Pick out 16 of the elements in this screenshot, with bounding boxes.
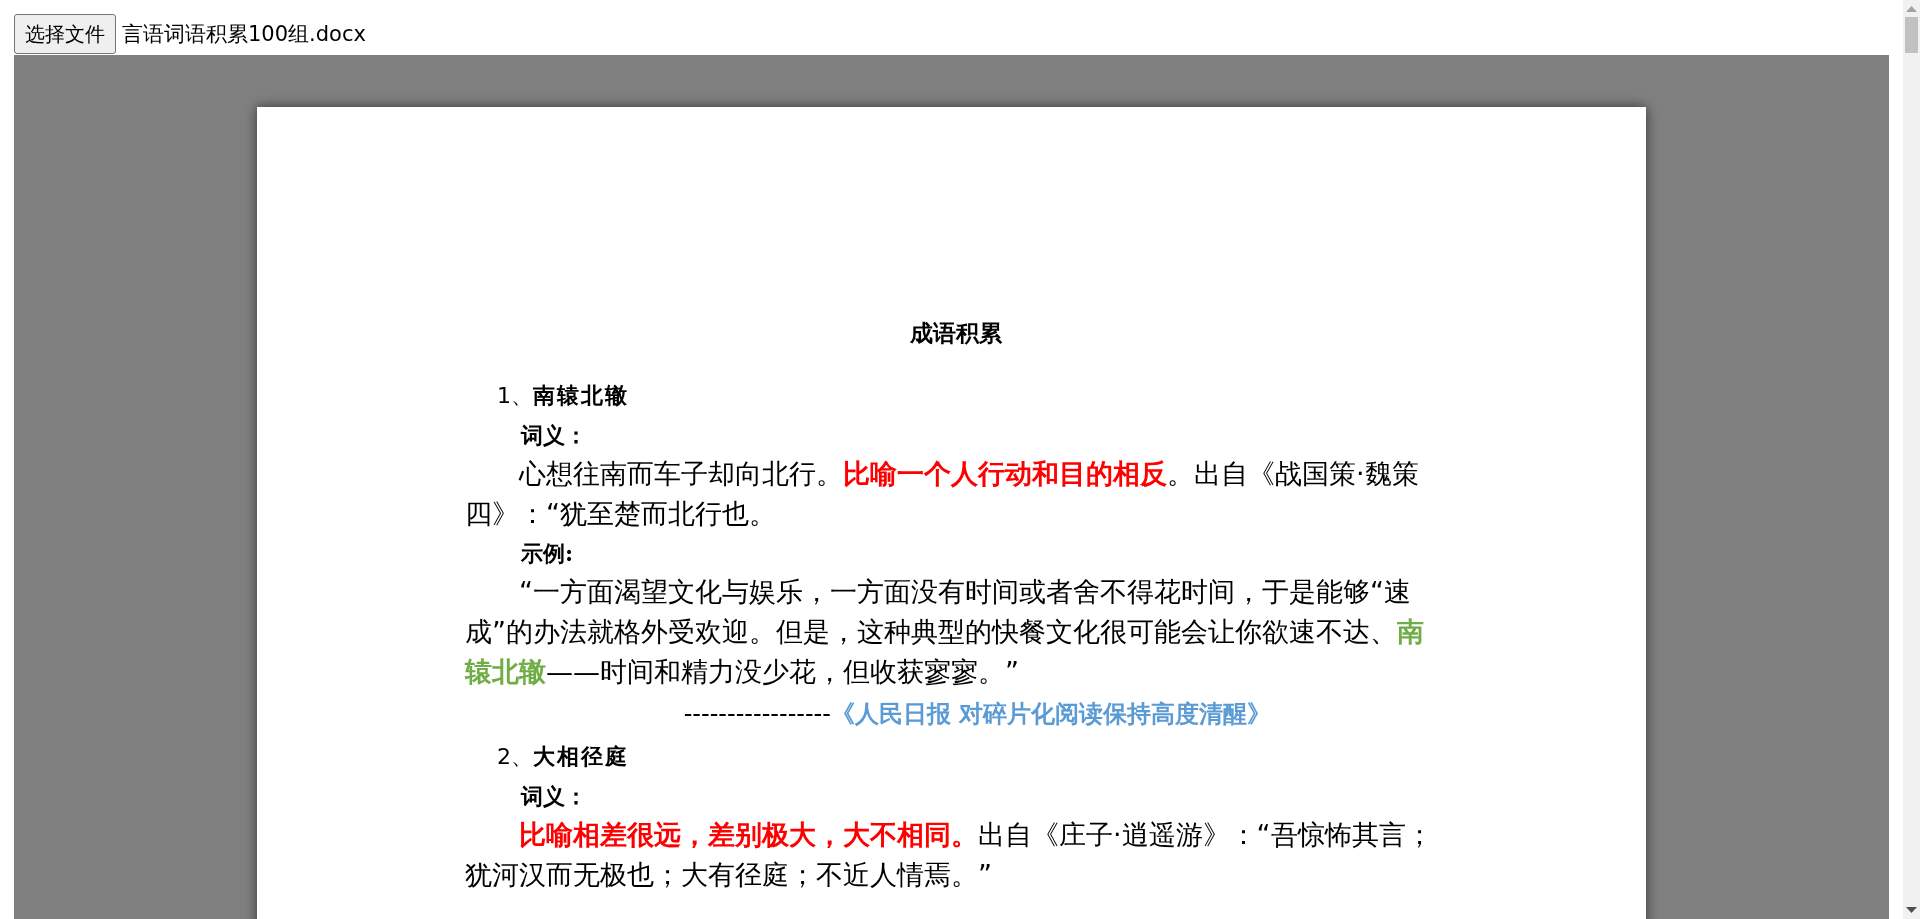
paragraph: “一方面渴望文化与娱乐，一方面没有时间或者舍不得花时间，于是能够“速成”的办法就格外受欢迎。但是，这种典型的快餐文化很可能会让你欲速不达、南辕北辙——时间和精力没少花，但收获寥寥。” [465,575,1425,689]
section-label: 词义： [519,421,588,450]
section-label: 词义： [519,782,588,811]
scroll-up-icon[interactable] [1906,6,1917,12]
scroll-down-icon[interactable] [1906,907,1917,913]
entry-heading: 1、南辕北辙 [496,381,630,410]
source-line: -----------------《人民日报 对碎片化阅读保持高度清醒》 [682,699,1273,730]
entry-heading: 2、大相径庭 [496,742,630,771]
paragraph: 比喻相差很远，差别极大，大不相同。出自《庄子·逍遥游》：“吾惊怖其言；犹河汉而无极也；大有径庭；不近人情焉。” [465,818,1434,892]
scrollbar[interactable] [1903,0,1920,919]
file-name: 言语词语积累100组.docx [122,21,366,48]
section-label: 示例: [520,539,575,568]
document-title: 成语积累 [908,319,1003,348]
choose-file-button[interactable]: 选择文件 [14,14,116,54]
paragraph: 心想往南而车子却向北行。比喻一个人行动和目的相反。出自《战国策·魏策四》：“犹至楚而北行也。 [465,457,1420,531]
scroll-thumb[interactable] [1905,17,1918,53]
